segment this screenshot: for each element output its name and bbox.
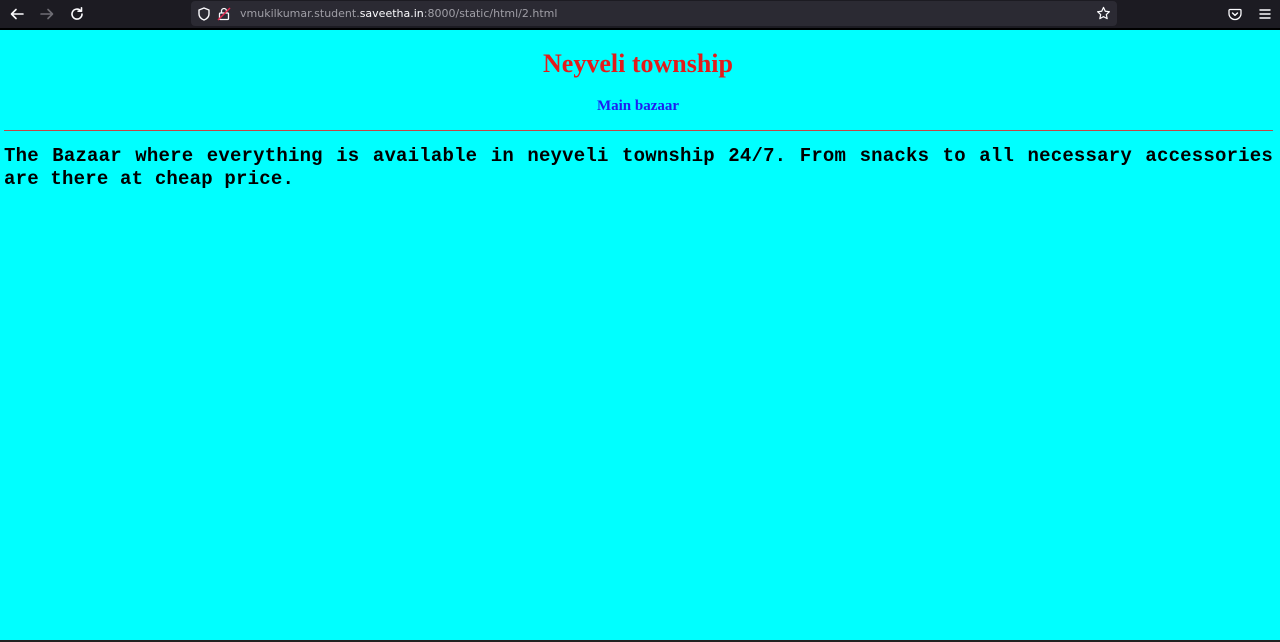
bookmark-star-icon <box>1096 6 1110 20</box>
back-button[interactable] <box>2 0 32 28</box>
url-text[interactable]: vmukilkumar.student.saveetha.in:8000/sta… <box>240 7 557 20</box>
forward-button[interactable] <box>32 0 62 28</box>
pocket-icon <box>1228 8 1242 21</box>
address-bar[interactable]: vmukilkumar.student.saveetha.in:8000/sta… <box>191 1 1117 26</box>
page-title: Neyveli township <box>543 49 733 78</box>
insecure-lock-icon <box>217 6 231 21</box>
page-subtitle: Main bazaar <box>596 98 680 114</box>
browser-toolbar: vmukilkumar.student.saveetha.in:8000/sta… <box>0 0 1280 28</box>
shield-icon <box>198 6 210 21</box>
site-info-button[interactable] <box>214 1 234 26</box>
toolbar-right <box>1220 0 1280 28</box>
url-host: saveetha.in <box>359 7 424 20</box>
bookmark-button[interactable] <box>1093 1 1113 26</box>
url-prefix: vmukilkumar.student. <box>240 7 360 20</box>
description-paragraph: The Bazaar where everything is available… <box>4 145 1273 190</box>
pocket-button[interactable] <box>1220 0 1250 28</box>
tracking-protection-button[interactable] <box>194 1 214 26</box>
url-suffix: :8000/static/html/2.html <box>423 7 558 20</box>
menu-button[interactable] <box>1250 0 1280 28</box>
hamburger-menu-icon <box>1259 9 1271 19</box>
horizontal-rule <box>4 130 1273 131</box>
reload-icon <box>71 7 83 20</box>
forward-arrow-icon <box>40 8 54 20</box>
back-arrow-icon <box>10 8 24 20</box>
page-content: Neyveli township Main bazaar The Bazaar … <box>0 30 1280 640</box>
reload-button[interactable] <box>62 0 92 28</box>
